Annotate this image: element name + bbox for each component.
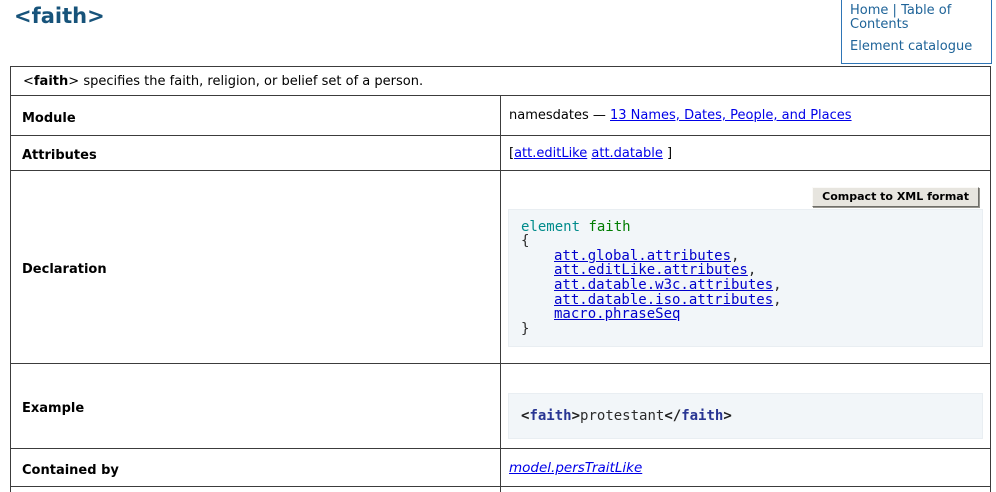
example-content: protestant: [580, 408, 664, 424]
example-label: Example: [11, 364, 501, 449]
description-tag: faith: [34, 74, 68, 89]
element-spec-table: <faith> specifies the faith, religion, o…: [10, 66, 991, 492]
code-line-link: att.editLike.attributes,: [521, 263, 970, 278]
code-suffix: ,: [773, 292, 781, 308]
attribute-class-link-editlike[interactable]: att.editLike: [514, 146, 587, 161]
description-cell: <faith> specifies the faith, religion, o…: [11, 67, 991, 96]
code-open-brace: {: [521, 234, 970, 249]
nav-line-1: Home | Table of Contents: [850, 4, 983, 32]
example-cell: <faith>protestant</faith>: [501, 364, 991, 449]
nav-box: Home | Table of Contents Element catalog…: [841, 0, 992, 64]
description-row: <faith> specifies the faith, religion, o…: [11, 67, 991, 96]
code-suffix: ,: [731, 248, 739, 264]
code-line-link: att.global.attributes,: [521, 249, 970, 264]
nav-line-2: Element catalogue: [850, 40, 983, 54]
module-chapter-link[interactable]: 13 Names, Dates, People, and Places: [610, 108, 852, 123]
module-cell: namesdates — 13 Names, Dates, People, an…: [501, 96, 991, 136]
element-reference-page: <faith> Home | Table of Contents Element…: [0, 0, 996, 492]
code-suffix: ,: [773, 277, 781, 293]
contained-by-row: Contained by model.persTraitLike: [11, 449, 991, 487]
code-line-link: macro.phraseSeq: [521, 307, 970, 322]
attributes-row: Attributes [att.editLike att.datable ]: [11, 136, 991, 171]
example-row: Example <faith>protestant</faith>: [11, 364, 991, 449]
declaration-cell: Compact to XML format element faith { at…: [501, 171, 991, 364]
code-element-name: faith: [588, 219, 630, 235]
contained-by-label: Contained by: [11, 449, 501, 487]
code-line-link: att.datable.w3c.attributes,: [521, 278, 970, 293]
cropped-row-cell: [501, 487, 991, 492]
declaration-label: Declaration: [11, 171, 501, 364]
attribute-class-link-datable[interactable]: att.datable: [591, 146, 662, 161]
code-link-att-global-attributes[interactable]: att.global.attributes: [554, 248, 731, 264]
example-open-tag-name: faith: [529, 408, 571, 424]
declaration-row: Declaration Compact to XML format elemen…: [11, 171, 991, 364]
code-suffix: ,: [748, 262, 756, 278]
example-close-lt: </: [664, 408, 681, 424]
cropped-row: [11, 487, 991, 492]
description-gt: >: [68, 74, 79, 89]
module-label: Module: [11, 96, 501, 136]
nav-element-catalogue-link[interactable]: Element catalogue: [850, 39, 972, 54]
description-text: specifies the faith, religion, or belief…: [83, 74, 423, 89]
nav-separator: |: [893, 3, 897, 18]
example-close-gt: >: [723, 408, 731, 424]
description-lt: <: [23, 74, 34, 89]
code-link-att-datable-iso-attributes[interactable]: att.datable.iso.attributes: [554, 292, 773, 308]
attributes-close-bracket: ]: [667, 146, 672, 161]
module-row: Module namesdates — 13 Names, Dates, Peo…: [11, 96, 991, 136]
attributes-label: Attributes: [11, 136, 501, 171]
nav-home-link[interactable]: Home: [850, 3, 888, 18]
example-code-block: <faith>protestant</faith>: [508, 393, 983, 439]
module-name: namesdates —: [509, 108, 606, 123]
code-line-link: att.datable.iso.attributes,: [521, 293, 970, 308]
code-keyword: element: [521, 219, 580, 235]
code-link-macro-phraseseq[interactable]: macro.phraseSeq: [554, 306, 680, 322]
example-close-tag-name: faith: [681, 408, 723, 424]
declaration-toolbar: Compact to XML format: [507, 187, 979, 207]
contained-by-link-model-perstraitlike[interactable]: model.persTraitLike: [509, 460, 642, 476]
contained-by-cell: model.persTraitLike: [501, 449, 991, 487]
compact-to-xml-button[interactable]: Compact to XML format: [812, 187, 979, 207]
declaration-code-block: element faith { att.global.attributes, a…: [508, 209, 983, 348]
code-link-att-editlike-attributes[interactable]: att.editLike.attributes: [554, 262, 748, 278]
code-close-brace: }: [521, 322, 970, 337]
code-link-att-datable-w3c-attributes[interactable]: att.datable.w3c.attributes: [554, 277, 773, 293]
attributes-cell: [att.editLike att.datable ]: [501, 136, 991, 171]
code-line-element: element faith: [521, 220, 970, 235]
cropped-row-label: [11, 487, 501, 492]
example-open-gt: >: [572, 408, 580, 424]
